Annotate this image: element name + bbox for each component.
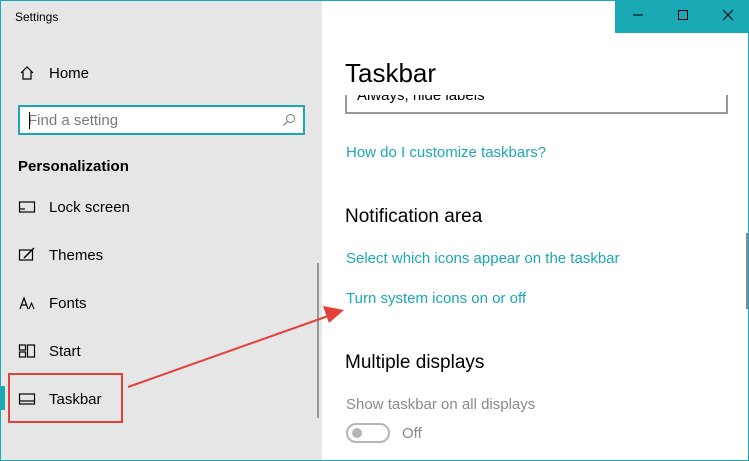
toggle-state-label: Off [402, 425, 422, 442]
main-content: Always, hide labels Taskbar How do I cus… [322, 1, 748, 460]
sidebar-item-label: Home [49, 64, 90, 82]
sidebar-item-label: Lock screen [49, 198, 130, 216]
sidebar-item-label: Fonts [49, 294, 87, 312]
start-icon [18, 342, 36, 360]
annotation-highlight-box [8, 373, 123, 423]
customize-taskbars-link[interactable]: How do I customize taskbars? [346, 144, 546, 161]
sidebar-item-home[interactable]: Home [1, 53, 322, 93]
show-taskbar-toggle[interactable] [346, 423, 390, 443]
maximize-icon [677, 8, 689, 26]
sidebar: Settings Home Personalization Lock scree… [1, 1, 322, 460]
text-caret [29, 112, 30, 129]
app-title: Settings [15, 10, 59, 24]
sidebar-item-label: Start [49, 342, 81, 360]
search-icon[interactable] [282, 113, 296, 127]
themes-icon [18, 246, 36, 264]
toggle-knob [352, 428, 362, 438]
sidebar-item-label: Themes [49, 246, 104, 264]
sidebar-item-lock-screen[interactable]: Lock screen [1, 187, 322, 227]
minimize-button[interactable] [615, 1, 660, 33]
minimize-icon [632, 8, 644, 26]
sidebar-item-fonts[interactable]: Fonts [1, 283, 322, 323]
section-label: Personalization [18, 158, 129, 175]
system-icons-link[interactable]: Turn system icons on or off [346, 290, 526, 307]
select-icons-link[interactable]: Select which icons appear on the taskbar [346, 250, 620, 267]
settings-window: Settings Home Personalization Lock scree… [0, 0, 749, 461]
sidebar-item-themes[interactable]: Themes [1, 235, 322, 275]
close-button[interactable] [705, 1, 748, 33]
close-icon [722, 8, 734, 26]
fonts-icon [18, 294, 36, 312]
show-taskbar-label: Show taskbar on all displays [346, 396, 536, 413]
sidebar-item-start[interactable]: Start [1, 331, 322, 371]
page-title: Taskbar [345, 58, 437, 88]
search-input[interactable] [28, 110, 278, 130]
notification-area-heading: Notification area [345, 206, 483, 227]
maximize-button[interactable] [660, 1, 705, 33]
sidebar-scrollbar[interactable] [317, 263, 319, 418]
lock-screen-icon [18, 198, 36, 216]
search-box[interactable] [18, 105, 305, 135]
multiple-displays-heading: Multiple displays [345, 352, 485, 373]
home-icon [18, 64, 36, 82]
window-controls [615, 1, 748, 33]
